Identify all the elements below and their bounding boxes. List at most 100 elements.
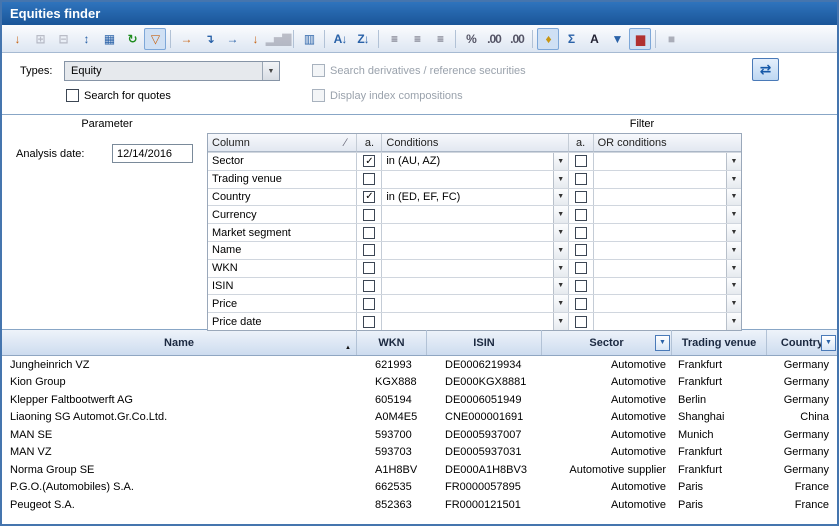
dropdown-arrow-icon[interactable]: ▼ [553,224,568,241]
filter-column-name[interactable]: Currency [208,206,357,223]
filter-column-name[interactable]: Price [208,295,357,312]
filter-or-condition-cell[interactable]: ▼ [594,171,741,188]
chart-wizard-icon[interactable]: ▆ [629,28,651,50]
dropdown-arrow-icon[interactable]: ▼ [553,153,568,170]
filter-or-condition-cell[interactable]: ▼ [594,313,741,330]
filter-checkbox[interactable] [363,280,375,292]
filter-column-name[interactable]: Country [208,189,357,206]
filter-or-condition-cell[interactable]: ▼ [594,295,741,312]
dropdown-arrow-icon[interactable]: ▼ [726,224,741,241]
column-left-icon[interactable]: → [175,28,197,50]
dropdown-arrow-icon[interactable]: ▼ [553,189,568,206]
filter-or-condition-cell[interactable]: ▼ [594,224,741,241]
filter-or-checkbox[interactable] [575,244,587,256]
table-row[interactable]: P.G.O.(Automobiles) S.A.662535FR00000578… [2,479,837,497]
filter-condition-cell[interactable]: ▼ [382,242,568,259]
filter-column-name[interactable]: WKN [208,260,357,277]
table-row[interactable]: Peugeot S.A.852363FR0000121501Automotive… [2,496,837,514]
filter-header-column[interactable]: Column ∕ [208,134,357,152]
filter-or-checkbox[interactable] [575,191,587,203]
dropdown-arrow-icon[interactable]: ▼ [553,260,568,277]
edit-key-icon[interactable]: ♦ [537,28,559,50]
filter-or-condition-cell[interactable]: ▼ [594,278,741,295]
filter-column-name[interactable]: Price date [208,313,357,330]
sort-ascending-icon[interactable]: A↓ [329,28,351,50]
types-select[interactable]: Equity ▼ [64,61,280,81]
analysis-date-input[interactable] [112,144,193,163]
filter-checkbox[interactable] [363,298,375,310]
font-icon[interactable]: A [583,28,605,50]
export-icon[interactable]: ↓ [6,28,28,50]
filter-or-condition-cell[interactable]: ▼ [594,206,741,223]
filter-checkbox[interactable] [363,173,375,185]
results-header-venue[interactable]: Trading venue [672,330,767,355]
dropdown-arrow-icon[interactable]: ▼ [726,313,741,330]
filter-or-checkbox[interactable] [575,155,587,167]
results-header-wkn[interactable]: WKN [357,330,427,355]
refresh-search-button[interactable]: ⇄ [752,58,779,81]
filter-or-checkbox[interactable] [575,280,587,292]
align-center-icon[interactable]: ≡ [406,28,428,50]
filter-condition-cell[interactable]: ▼ [382,313,568,330]
filter-condition-cell[interactable]: in (AU, AZ)▼ [382,153,568,170]
filter-column-name[interactable]: Sector [208,153,357,170]
filter-checkbox[interactable] [363,262,375,274]
filter-or-checkbox[interactable] [575,173,587,185]
filter-or-checkbox[interactable] [575,298,587,310]
filter-checkbox[interactable]: ✓ [363,191,375,203]
dropdown-arrow-icon[interactable]: ▼ [726,189,741,206]
filter-checkbox[interactable]: ✓ [363,155,375,167]
align-right-icon[interactable]: ≡ [429,28,451,50]
dropdown-arrow-icon[interactable]: ▼ [726,278,741,295]
table-row[interactable]: Klepper Faltbootwerft AG605194DE00060519… [2,391,837,409]
dropdown-arrow-icon[interactable]: ▼ [553,242,568,259]
dropdown-arrow-icon[interactable]: ▼ [553,206,568,223]
results-header-country[interactable]: Country▼ [767,330,837,355]
filter-column-name[interactable]: Trading venue [208,171,357,188]
filter-condition-cell[interactable]: in (ED, EF, FC)▼ [382,189,568,206]
add-decimals-icon[interactable]: .00 [483,28,505,50]
dropdown-arrow-icon[interactable]: ▼ [726,206,741,223]
filter-or-condition-cell[interactable]: ▼ [594,260,741,277]
selection-frame-icon[interactable]: ▦ [98,28,120,50]
filter-checkbox[interactable] [363,209,375,221]
dropdown-arrow-icon[interactable]: ▼ [726,153,741,170]
sum-icon[interactable]: Σ [560,28,582,50]
filter-or-checkbox[interactable] [575,227,587,239]
filter-checkbox[interactable] [363,227,375,239]
table-row[interactable]: Norma Group SEA1H8BVDE000A1H8BV3Automoti… [2,461,837,479]
dropdown-arrow-icon[interactable]: ▼ [553,278,568,295]
filter-condition-cell[interactable]: ▼ [382,295,568,312]
results-header-sector[interactable]: Sector▼ [542,330,672,355]
dropdown-arrow-icon[interactable]: ▼ [726,242,741,259]
dropdown-arrow-icon[interactable]: ▼ [726,260,741,277]
filter-condition-cell[interactable]: ▼ [382,278,568,295]
dropdown-arrow-icon[interactable]: ▼ [726,295,741,312]
table-row[interactable]: Kion GroupKGX888DE000KGX8881AutomotiveFr… [2,374,837,392]
column-filter-icon[interactable]: ▼ [821,335,836,351]
table-row[interactable]: MAN VZ593703DE0005937031AutomotiveFrankf… [2,444,837,462]
filter-or-checkbox[interactable] [575,262,587,274]
results-header-name[interactable]: Name▲ [2,330,357,355]
dropdown-arrow-icon[interactable]: ▼ [726,171,741,188]
dropdown-arrow-icon[interactable]: ▼ [553,313,568,330]
results-header-isin[interactable]: ISIN [427,330,542,355]
checkbox-box[interactable] [66,89,79,102]
refresh-icon[interactable]: ↻ [121,28,143,50]
table-row[interactable]: Liaoning SG Automot.Gr.Co.Ltd.A0M4E5CNE0… [2,409,837,427]
align-left-icon[interactable]: ≡ [383,28,405,50]
row-insert-icon[interactable]: ↓ [244,28,266,50]
filter-condition-cell[interactable]: ▼ [382,260,568,277]
column-move-icon[interactable]: → [221,28,243,50]
percent-icon[interactable]: % [460,28,482,50]
filter-or-condition-cell[interactable]: ▼ [594,153,741,170]
filter-or-checkbox[interactable] [575,316,587,328]
sort-filter-icon[interactable]: ▼ [606,28,628,50]
filter-checkbox[interactable] [363,316,375,328]
column-insert-icon[interactable]: ↴ [198,28,220,50]
filter-column-name[interactable]: Market segment [208,224,357,241]
filter-icon[interactable]: ▽ [144,28,166,50]
dropdown-arrow-icon[interactable]: ▼ [553,171,568,188]
filter-column-name[interactable]: Name [208,242,357,259]
column-config-icon[interactable]: ▥ [298,28,320,50]
